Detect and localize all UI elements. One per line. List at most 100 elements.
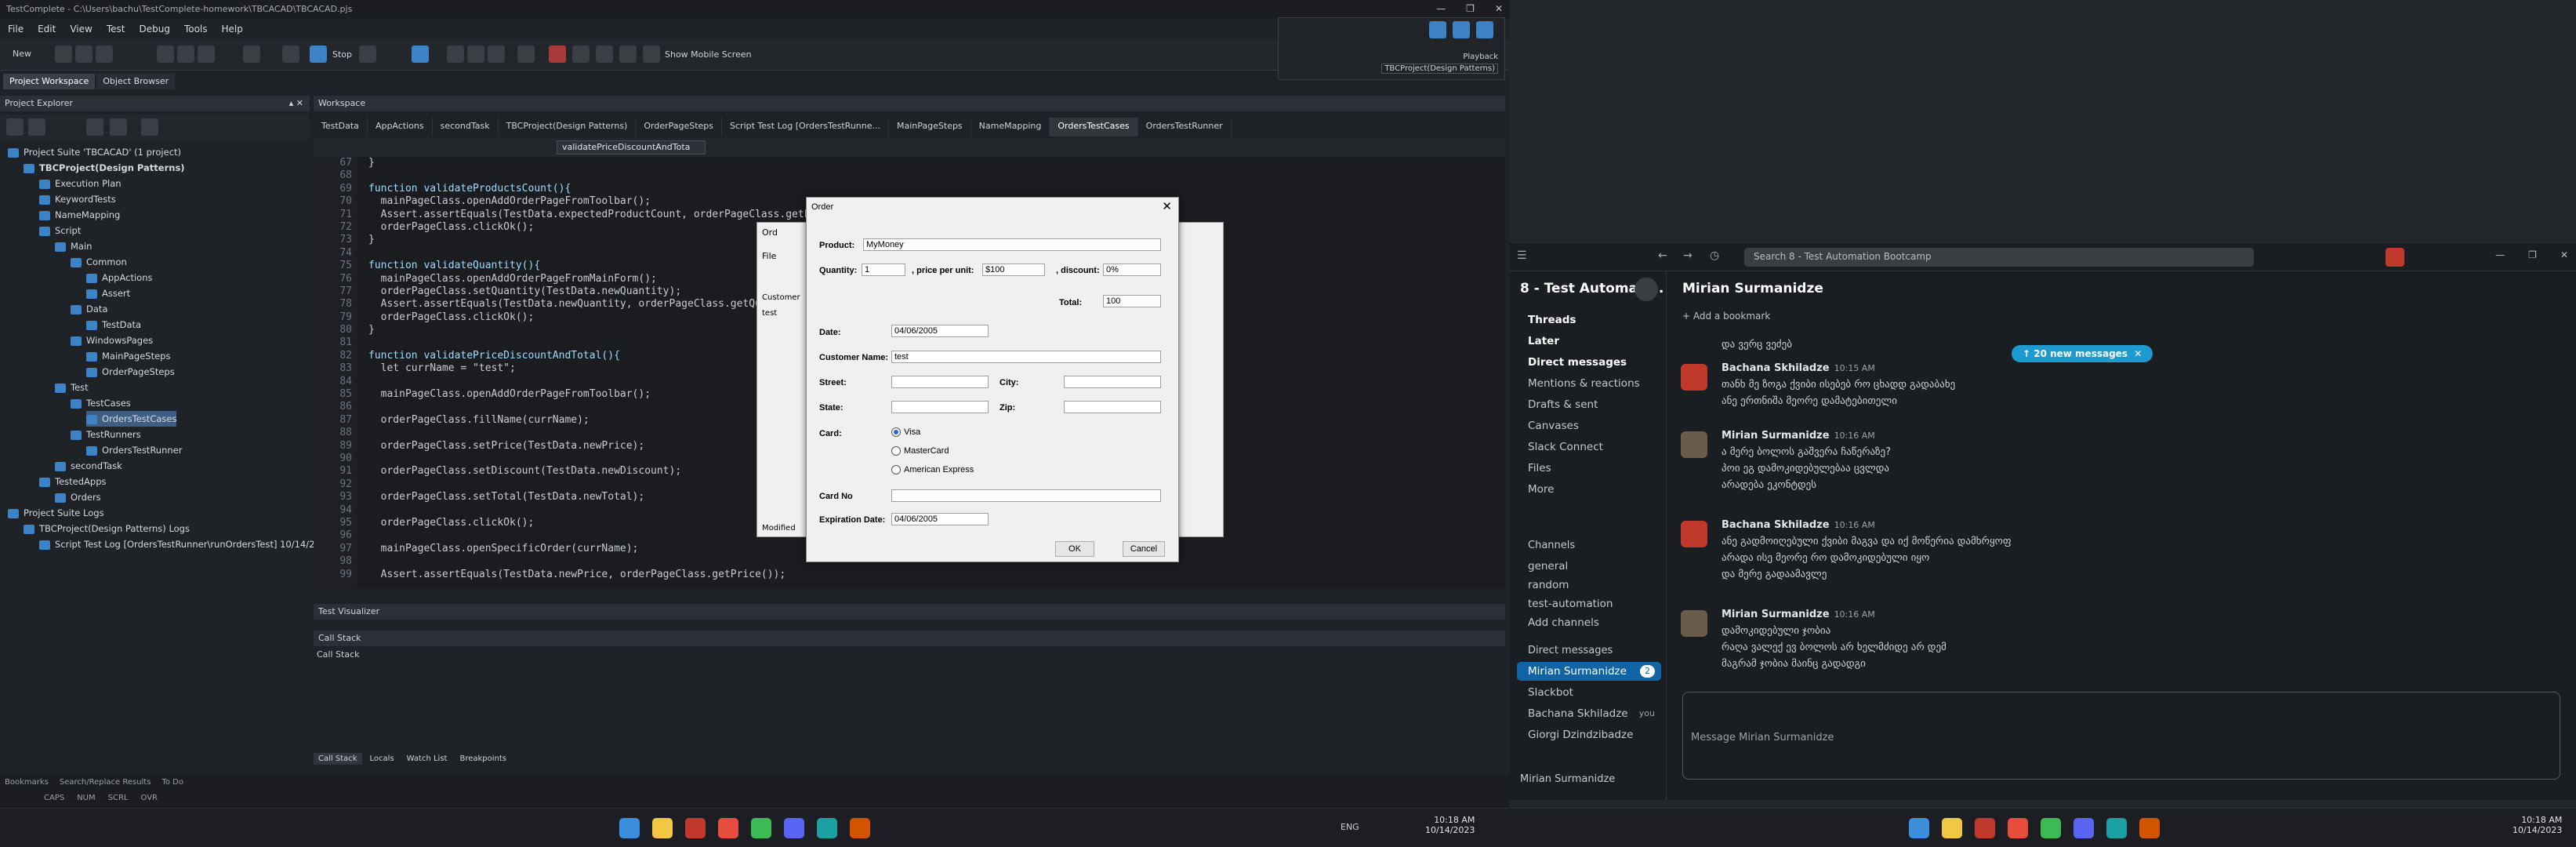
minimize-icon[interactable]: — bbox=[2495, 249, 2505, 260]
avatar[interactable] bbox=[2386, 248, 2404, 267]
explorer-tool-icon[interactable] bbox=[110, 118, 127, 136]
ok-button[interactable]: OK bbox=[1055, 541, 1094, 557]
discord-icon[interactable] bbox=[784, 818, 804, 838]
system-clock[interactable]: 10:18 AM 10/14/2023 bbox=[1425, 815, 1475, 835]
dm-item[interactable]: Slackbot bbox=[1517, 683, 1661, 702]
document-tab[interactable]: OrdersTestCases bbox=[1050, 118, 1138, 136]
tab-call-stack[interactable]: Call Stack bbox=[314, 753, 362, 765]
tree-item[interactable]: WindowsPages bbox=[71, 333, 153, 348]
tree-item[interactable]: Script Test Log [OrdersTestRunner\runOrd… bbox=[39, 536, 332, 552]
step-out-icon[interactable] bbox=[488, 45, 505, 63]
message-time[interactable]: 10:16 AM bbox=[1834, 609, 1875, 620]
product-select[interactable]: MyMoney bbox=[863, 238, 1161, 251]
test-visualizer-header[interactable]: Test Visualizer bbox=[314, 604, 1505, 620]
tree-item[interactable]: OrderPageSteps bbox=[86, 364, 175, 380]
chrome-icon[interactable] bbox=[751, 818, 771, 838]
message-composer[interactable]: Message Mirian Surmanidze bbox=[1682, 692, 2560, 780]
tree-item[interactable]: AppActions bbox=[86, 270, 152, 285]
mobile-screen-button[interactable]: Show Mobile Screen bbox=[665, 49, 752, 60]
avatar[interactable] bbox=[1681, 431, 1707, 458]
close-icon[interactable]: ✕ bbox=[2560, 249, 2568, 260]
orders-app-icon[interactable] bbox=[850, 818, 870, 838]
menu-file[interactable]: File bbox=[8, 24, 24, 35]
code-line[interactable] bbox=[368, 169, 1497, 182]
tree-item[interactable]: secondTask bbox=[55, 458, 122, 474]
street-field[interactable] bbox=[891, 376, 989, 388]
grid-icon[interactable] bbox=[517, 45, 535, 63]
stop-playback-icon[interactable] bbox=[1476, 21, 1493, 38]
tree-item[interactable]: MainPageSteps bbox=[86, 348, 170, 364]
menu-test[interactable]: Test bbox=[107, 24, 125, 35]
new-button[interactable]: New bbox=[13, 49, 31, 59]
pause-playback-icon[interactable] bbox=[1453, 21, 1470, 38]
forward-icon[interactable]: → bbox=[1683, 249, 1693, 262]
customer-name-field[interactable]: test bbox=[891, 351, 1161, 363]
compose-icon[interactable] bbox=[1634, 278, 1658, 301]
tree-item[interactable]: TestData bbox=[86, 317, 141, 333]
sidebar-item[interactable]: Later bbox=[1517, 332, 1661, 351]
slack-icon[interactable] bbox=[2008, 818, 2028, 838]
dm-item[interactable]: Giorgi Dzindzibadze bbox=[1517, 725, 1661, 744]
search-input[interactable]: Search 8 - Test Automation Bootcamp bbox=[1744, 248, 2254, 267]
tree-item[interactable]: TestedApps bbox=[39, 474, 106, 489]
orders-menu-file[interactable]: File bbox=[762, 251, 776, 261]
tree-item[interactable]: TestCases bbox=[71, 395, 131, 411]
mobile-icon[interactable] bbox=[643, 45, 660, 63]
menu-tools[interactable]: Tools bbox=[184, 24, 208, 35]
settings-icon[interactable] bbox=[359, 45, 376, 63]
message-author[interactable]: Mirian Surmanidze bbox=[1722, 609, 1830, 620]
message-block[interactable]: Bachana Skhiladze 10:15 AM თანხ მე ზოგა ქვ… bbox=[1681, 362, 2552, 407]
dialog-close-icon[interactable]: ✕ bbox=[1162, 199, 1172, 213]
menu-view[interactable]: View bbox=[70, 24, 92, 35]
bug-icon[interactable] bbox=[549, 45, 566, 63]
menu-icon[interactable]: ☰ bbox=[1517, 249, 1527, 262]
maximize-icon[interactable]: ❐ bbox=[1466, 3, 1475, 14]
price-field[interactable]: $100 bbox=[982, 264, 1045, 276]
channel-item[interactable]: test-automation bbox=[1517, 594, 1661, 613]
tree-item[interactable]: TBCProject(Design Patterns) bbox=[24, 160, 185, 176]
tree-item[interactable]: Test bbox=[55, 380, 89, 395]
chrome-icon[interactable] bbox=[2041, 818, 2061, 838]
tree-item[interactable]: OrdersTestCases bbox=[86, 411, 177, 427]
pin-icon[interactable]: ▴ ✕ bbox=[289, 98, 303, 108]
avatar[interactable] bbox=[1681, 610, 1707, 637]
orders-app-icon[interactable] bbox=[2139, 818, 2160, 838]
run-icon[interactable] bbox=[282, 45, 299, 63]
system-clock[interactable]: 10:18 AM 10/14/2023 bbox=[2513, 815, 2562, 835]
copy-icon[interactable] bbox=[157, 45, 174, 63]
tab-breakpoints[interactable]: Breakpoints bbox=[455, 753, 511, 765]
document-tab[interactable]: TestData bbox=[314, 118, 368, 136]
explorer-tool-icon[interactable] bbox=[6, 118, 24, 136]
sidebar-item[interactable]: Slack Connect bbox=[1517, 438, 1661, 456]
message-time[interactable]: 10:15 AM bbox=[1834, 363, 1875, 373]
document-tab[interactable]: MainPageSteps bbox=[889, 118, 971, 136]
date-picker[interactable]: 04/06/2005 bbox=[891, 325, 989, 337]
document-tab[interactable]: AppActions bbox=[368, 118, 433, 136]
channel-title[interactable]: Mirian Surmanidze bbox=[1682, 281, 1823, 296]
tab-locals[interactable]: Locals bbox=[365, 753, 399, 765]
tree-item[interactable]: Main bbox=[55, 238, 92, 254]
tree-item[interactable]: Common bbox=[71, 254, 127, 270]
sidebar-item[interactable]: Direct messages bbox=[1517, 353, 1661, 372]
tree-item[interactable]: Project Suite 'TBCACAD' (1 project) bbox=[8, 144, 181, 160]
dm-header[interactable]: Direct messages bbox=[1517, 642, 1661, 660]
code-line[interactable]: Assert.assertEquals(TestData.newPrice, o… bbox=[368, 569, 1497, 581]
channel-item[interactable]: random bbox=[1517, 576, 1661, 594]
explorer-tool-icon[interactable] bbox=[86, 118, 103, 136]
stop-icon[interactable] bbox=[310, 45, 327, 63]
message-time[interactable]: 10:16 AM bbox=[1834, 431, 1875, 441]
tree-item[interactable]: TestRunners bbox=[71, 427, 141, 442]
card-radio-visa[interactable]: Visa bbox=[891, 427, 920, 437]
message-block[interactable]: და ვერც ვეძებ bbox=[1722, 334, 2552, 351]
total-field[interactable]: 100 bbox=[1103, 295, 1161, 307]
playback-icon[interactable] bbox=[1429, 21, 1446, 38]
sidebar-item[interactable]: Drafts & sent bbox=[1517, 395, 1661, 414]
card-radio-mastercard[interactable]: MasterCard bbox=[891, 446, 949, 456]
composer-input[interactable]: Message Mirian Surmanidze bbox=[1691, 732, 1834, 743]
minimize-icon[interactable]: — bbox=[1436, 3, 1446, 14]
document-tab[interactable]: OrdersTestRunner bbox=[1138, 118, 1232, 136]
app-icon[interactable] bbox=[1975, 818, 1995, 838]
step-icon[interactable] bbox=[447, 45, 464, 63]
cut-icon[interactable] bbox=[198, 45, 215, 63]
sidebar-item[interactable]: Canvases bbox=[1517, 416, 1661, 435]
